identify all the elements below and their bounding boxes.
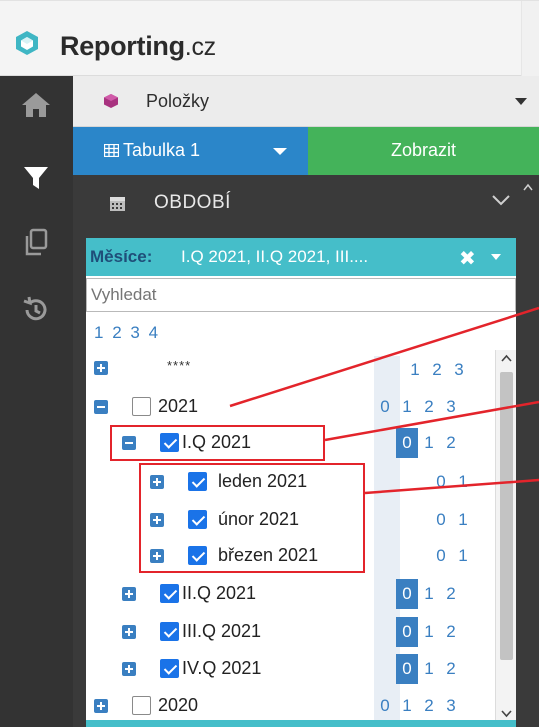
level-link[interactable]: 1 <box>94 323 103 342</box>
chevron-down-icon <box>492 195 510 206</box>
section-title: OBDOBÍ <box>154 192 231 213</box>
polozky-label: Položky <box>146 91 210 111</box>
level-number[interactable]: 2 <box>440 622 462 642</box>
history-icon[interactable] <box>17 291 55 329</box>
highlight-box <box>139 463 365 573</box>
expand-icon[interactable] <box>94 699 108 713</box>
chevron-down-icon[interactable] <box>491 254 501 260</box>
level-number[interactable]: 3 <box>440 397 462 417</box>
app-header: Reporting.cz <box>0 0 539 77</box>
level-number[interactable]: 2 <box>418 696 440 716</box>
zobrazit-label: Zobrazit <box>390 140 457 160</box>
tree-label: 2020 <box>158 695 199 715</box>
polozky-dropdown[interactable]: Položky <box>73 76 539 127</box>
level-links: 1 2 3 4 <box>94 323 158 343</box>
panel-scrollbar[interactable] <box>517 175 539 727</box>
copy-icon[interactable] <box>17 223 55 261</box>
level-number[interactable]: 1 <box>418 622 440 642</box>
scrollbar-thumb[interactable] <box>500 372 513 660</box>
tree-row: 2021 0 1 2 3 <box>86 392 496 422</box>
checkbox[interactable] <box>132 397 151 416</box>
level-link[interactable]: 3 <box>130 323 139 342</box>
cube-icon <box>104 94 118 108</box>
checkbox-checked[interactable] <box>160 622 179 641</box>
tree-label: III.Q 2021 <box>182 621 262 641</box>
side-rail <box>0 76 73 727</box>
mesice-key: Měsíce: <box>90 247 153 266</box>
checkbox[interactable] <box>132 696 151 715</box>
chevron-down-icon <box>273 148 287 155</box>
brand-logo[interactable]: Reporting.cz <box>60 31 216 62</box>
tree-label: 2021 <box>158 396 199 416</box>
level-number[interactable]: 0 <box>430 472 452 492</box>
search-input[interactable] <box>86 278 516 312</box>
tree-row: **** 1 2 3 <box>86 355 496 385</box>
level-number[interactable]: 1 <box>452 472 474 492</box>
level-number-active[interactable]: 0 <box>396 579 418 609</box>
level-link[interactable]: 4 <box>149 323 158 342</box>
level-number-active[interactable]: 0 <box>396 428 418 458</box>
scroll-up-icon[interactable] <box>523 183 533 191</box>
level-number[interactable]: 2 <box>426 360 448 380</box>
tree-label: II.Q 2021 <box>182 583 257 603</box>
tree-label: IV.Q 2021 <box>182 658 262 678</box>
level-number[interactable]: 1 <box>418 659 440 679</box>
zobrazit-button[interactable]: Zobrazit <box>308 127 539 175</box>
header-edge <box>521 1 539 77</box>
level-number[interactable]: 0 <box>430 546 452 566</box>
tree-row: IV.Q 2021 0 1 2 <box>86 654 496 684</box>
level-number[interactable]: 1 <box>452 546 474 566</box>
tree-label: **** <box>167 358 192 373</box>
home-icon[interactable] <box>17 86 55 124</box>
level-number[interactable]: 0 <box>374 696 396 716</box>
level-number[interactable]: 0 <box>374 397 396 417</box>
highlight-box <box>110 425 325 461</box>
level-number[interactable]: 1 <box>452 510 474 530</box>
level-number[interactable]: 0 <box>430 510 452 530</box>
obdobi-section-header[interactable]: OBDOBÍ <box>73 175 539 232</box>
collapse-icon[interactable] <box>94 400 108 414</box>
bottom-accent-bar <box>86 720 516 727</box>
tabulka-dropdown[interactable]: Tabulka 1 <box>73 127 308 175</box>
level-number[interactable]: 3 <box>448 360 470 380</box>
table-icon <box>104 144 119 157</box>
level-number[interactable]: 1 <box>404 360 426 380</box>
tree-row: III.Q 2021 0 1 2 <box>86 617 496 647</box>
level-number[interactable]: 3 <box>440 696 462 716</box>
chevron-down-icon <box>515 98 527 105</box>
level-number[interactable]: 1 <box>418 584 440 604</box>
filter-icon[interactable] <box>17 159 55 197</box>
expand-icon[interactable] <box>122 625 136 639</box>
level-number[interactable]: 1 <box>396 397 418 417</box>
scroll-up-icon[interactable] <box>501 354 512 362</box>
level-number[interactable]: 2 <box>418 397 440 417</box>
level-number-active[interactable]: 0 <box>396 654 418 684</box>
tree-row: 2020 0 1 2 3 <box>86 691 496 721</box>
level-number[interactable]: 1 <box>396 696 418 716</box>
expand-icon[interactable] <box>94 361 108 375</box>
checkbox-checked[interactable] <box>160 584 179 603</box>
level-number[interactable]: 2 <box>440 659 462 679</box>
tabulka-label: Tabulka 1 <box>123 140 201 160</box>
clear-icon[interactable]: ✖ <box>459 246 476 271</box>
level-number[interactable]: 2 <box>440 584 462 604</box>
calendar-icon <box>110 197 125 211</box>
level-number-active[interactable]: 0 <box>396 617 418 647</box>
level-link[interactable]: 2 <box>112 323 121 342</box>
hexagon-logo-icon <box>16 31 38 55</box>
checkbox-checked[interactable] <box>160 659 179 678</box>
level-number[interactable]: 1 <box>418 433 440 453</box>
mesice-value: I.Q 2021, II.Q 2021, III.... <box>181 247 369 266</box>
tree-row: II.Q 2021 0 1 2 <box>86 579 496 609</box>
level-number[interactable]: 2 <box>440 433 462 453</box>
mesice-selection-bar[interactable]: Měsíce: I.Q 2021, II.Q 2021, III.... ✖ <box>86 238 516 276</box>
tree-scrollbar[interactable] <box>495 350 516 727</box>
scroll-down-icon[interactable] <box>501 710 512 718</box>
expand-icon[interactable] <box>122 587 136 601</box>
expand-icon[interactable] <box>122 662 136 676</box>
